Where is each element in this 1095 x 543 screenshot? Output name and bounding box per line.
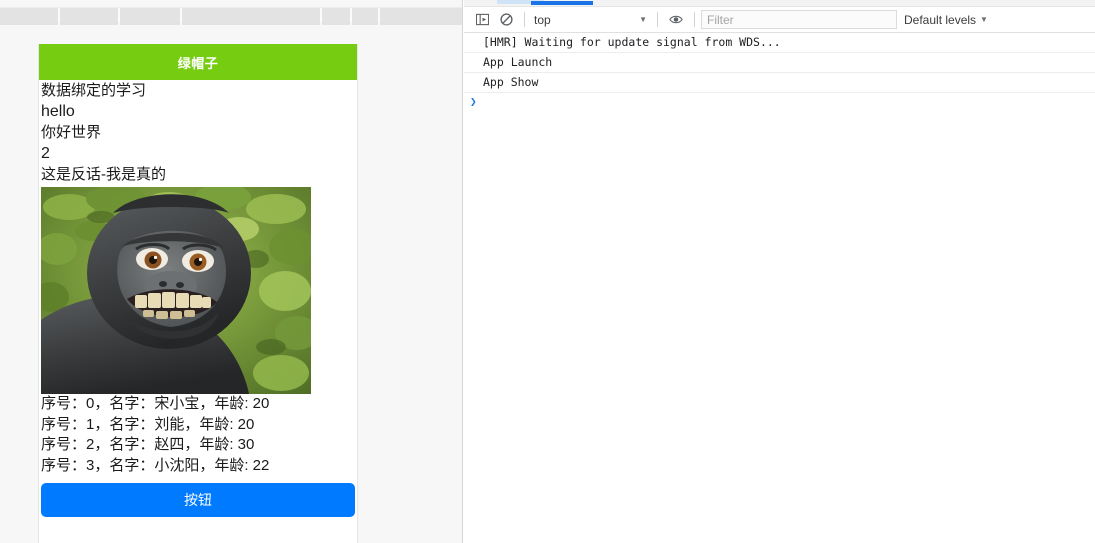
- app-body: 数据绑定的学习 hello 你好世界 2 这是反话-我是真的 序号：0，名字：宋…: [39, 80, 357, 541]
- chevron-down-icon: ▼: [639, 15, 647, 24]
- list-item: 序号：3，名字：小沈阳，年龄: 22: [41, 456, 270, 474]
- toolbar-placeholder-segment: [60, 8, 118, 25]
- list-item: 序号：2，名字：赵四，年龄: 30: [41, 436, 255, 453]
- action-button[interactable]: 按钮: [41, 483, 355, 517]
- log-level-select[interactable]: Default levels ▼: [904, 13, 992, 27]
- log-level-label: Default levels: [904, 12, 977, 27]
- execution-context-value: top: [534, 12, 551, 27]
- console-input-prompt[interactable]: ❯: [464, 93, 1095, 110]
- clear-console-icon[interactable]: [494, 9, 518, 31]
- toolbar-placeholder-segment: [322, 8, 350, 25]
- toolbar-placeholder-segment: [0, 8, 58, 25]
- console-message[interactable]: App Show: [464, 73, 1095, 93]
- toolbar-placeholder-segment: [120, 8, 180, 25]
- text-line-2: 你好世界: [41, 124, 102, 141]
- text-line-1: hello: [41, 103, 75, 120]
- app-header-title: 绿帽子: [39, 44, 357, 80]
- text-line-3: 2: [41, 145, 50, 162]
- placeholder-toolbar: [0, 7, 462, 25]
- devtools-tab-console-active[interactable]: [531, 1, 593, 5]
- text-line-0: 数据绑定的学习: [41, 82, 147, 99]
- app-card-footer: [39, 517, 357, 541]
- toolbar-placeholder-segment: [352, 8, 378, 25]
- list-item: 序号：0，名字：宋小宝，年龄: 20: [41, 395, 270, 412]
- show-console-sidebar-icon[interactable]: [470, 9, 494, 31]
- execution-context-select[interactable]: top ▼: [531, 10, 651, 30]
- monkey-selfie-image: [41, 187, 311, 394]
- toolbar-placeholder-segment: [380, 8, 462, 25]
- app-card: 绿帽子 数据绑定的学习 hello 你好世界 2 这是反话-我是真的 序号：0，…: [38, 44, 358, 543]
- console-toolbar: top ▼ Default levels ▼: [464, 7, 1095, 33]
- toolbar-divider: [657, 12, 658, 27]
- toolbar-divider: [524, 12, 525, 27]
- console-filter-input[interactable]: [701, 10, 897, 29]
- console-message[interactable]: [HMR] Waiting for update signal from WDS…: [464, 33, 1095, 53]
- prompt-caret-icon: ❯: [470, 95, 477, 108]
- toolbar-divider: [694, 12, 695, 27]
- live-expression-icon[interactable]: [664, 9, 688, 31]
- list-item: 序号：1，名字：刘能，年龄: 20: [41, 415, 255, 433]
- text-line-4: 这是反话-我是真的: [41, 166, 166, 183]
- console-message[interactable]: App Launch: [464, 53, 1095, 73]
- toolbar-placeholder-segment: [182, 8, 320, 25]
- devtools-panel: top ▼ Default levels ▼ [HMR] Waiting for…: [464, 0, 1095, 543]
- chevron-down-icon: ▼: [980, 15, 988, 24]
- app-preview-pane: 绿帽子 数据绑定的学习 hello 你好世界 2 这是反话-我是真的 序号：0，…: [0, 0, 463, 543]
- screen-root: 绿帽子 数据绑定的学习 hello 你好世界 2 这是反话-我是真的 序号：0，…: [0, 0, 1095, 543]
- devtools-tab-strip: [464, 0, 1095, 7]
- console-output: [HMR] Waiting for update signal from WDS…: [464, 33, 1095, 542]
